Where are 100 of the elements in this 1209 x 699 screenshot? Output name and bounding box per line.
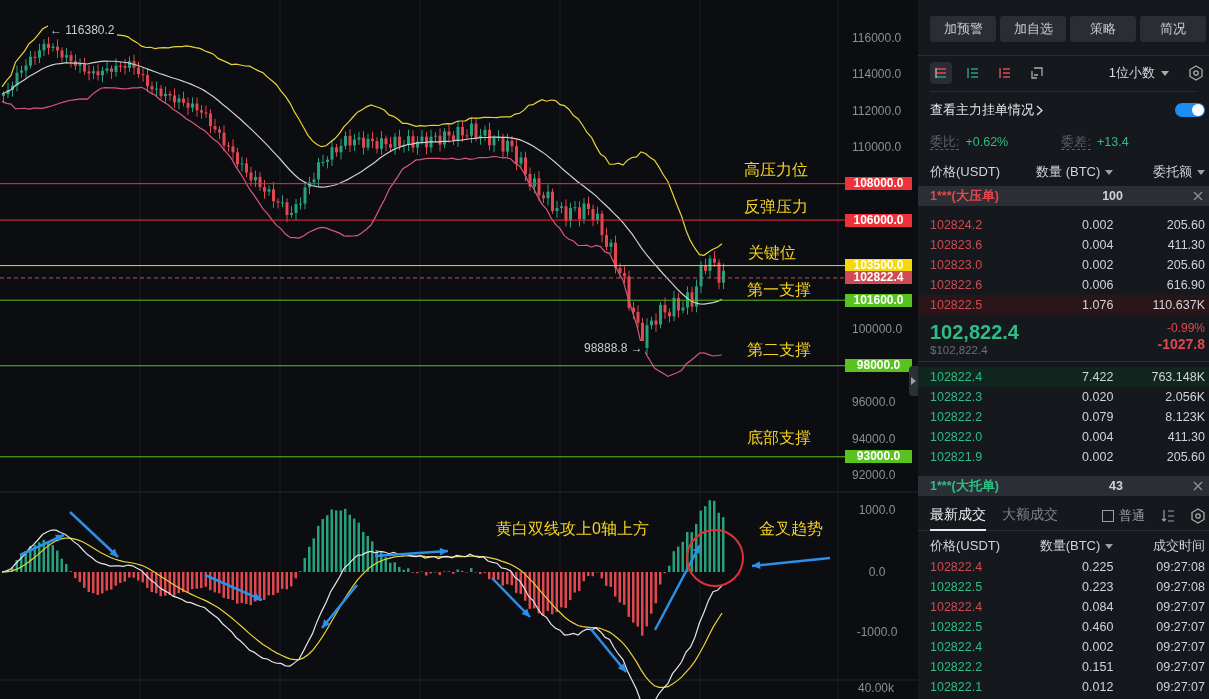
order-price: 102823.0 — [930, 256, 984, 274]
panel-collapse-handle[interactable] — [909, 366, 918, 396]
pointer-arrow — [19, 533, 65, 557]
price-axis-label: 92000.0 — [852, 468, 896, 482]
main-orders-link[interactable]: 查看主力挂单情况 — [930, 100, 1034, 120]
price-axis-label: 94000.0 — [852, 431, 896, 446]
action-button[interactable]: 加自选 — [1000, 16, 1066, 42]
trade-quantity: 0.225 — [1081, 558, 1114, 576]
price-note: 98888.8 → — [582, 341, 645, 355]
order-row[interactable]: 102823.0 0.002 205.60 — [918, 255, 1209, 275]
settings-icon[interactable] — [1191, 507, 1205, 524]
order-quantity: 1.076 — [1081, 296, 1114, 314]
order-total: 8.123K — [1164, 408, 1205, 426]
order-total: 205.60 — [1165, 216, 1205, 234]
trade-time: 09:27:07 — [1155, 638, 1205, 656]
pointer-arrow — [204, 573, 263, 602]
order-row[interactable]: 102822.3 0.020 2.056K — [918, 387, 1209, 407]
close-icon[interactable] — [1193, 481, 1203, 491]
trade-price: 102822.1 — [930, 678, 984, 696]
macd-axis-label: 0.0 — [867, 565, 887, 579]
order-total: 205.60 — [1165, 256, 1205, 274]
chevron-icon — [1036, 104, 1043, 116]
order-total: 411.30 — [1166, 428, 1205, 446]
order-quantity: 0.004 — [1081, 236, 1114, 254]
pointer-arrow — [321, 584, 358, 629]
order-quantity: 0.079 — [1081, 408, 1114, 426]
order-row[interactable]: 102822.5 1.076 110.637K — [918, 295, 1209, 315]
order-row[interactable]: 102822.4 7.422 763.148K — [918, 367, 1209, 387]
stat-value: +13.4 — [1096, 133, 1129, 151]
trade-time: 09:27:07 — [1155, 658, 1205, 676]
last-price-usd: $102,822.4 — [930, 343, 989, 357]
order-quantity: 0.004 — [1081, 428, 1114, 446]
column-header[interactable]: 委托额 — [1113, 162, 1205, 182]
caret-icon — [1161, 70, 1169, 76]
order-total: 110.637K — [1151, 296, 1205, 314]
main-orders-toggle[interactable] — [1175, 103, 1205, 117]
column-header[interactable]: 数量 (BTC) — [1021, 162, 1114, 182]
order-price: 102822.4 — [930, 368, 984, 386]
price-axis-label: 110000.0 — [852, 140, 902, 155]
trades-tab[interactable]: 最新成交 — [930, 500, 986, 531]
sort-icon[interactable] — [1161, 508, 1175, 523]
order-total: 616.90 — [1165, 276, 1205, 294]
order-price: 102823.6 — [930, 236, 984, 254]
annotation-text: 高压力位 — [744, 160, 808, 180]
trades-tab[interactable]: 大额成交 — [1002, 500, 1058, 531]
trade-quantity: 0.151 — [1081, 658, 1114, 676]
change-percent: -0.99% — [1166, 321, 1205, 336]
caret-icon — [1197, 169, 1205, 175]
column-header: 价格(USDT) — [930, 163, 1002, 182]
price-axis-label: 100000.0 — [852, 322, 903, 337]
price-axis-label: 114000.0 — [852, 67, 902, 82]
view-mode-tab[interactable] — [930, 62, 952, 84]
price-level-tag: 98000.0 — [845, 359, 912, 373]
price-level-tag: 102822.4 — [845, 271, 912, 285]
order-price: 102822.2 — [930, 408, 984, 426]
price-level-tag: 108000.0 — [845, 177, 912, 191]
caret-icon — [1105, 543, 1114, 549]
close-icon[interactable] — [1193, 191, 1203, 201]
price-level-tag: 93000.0 — [845, 450, 912, 464]
action-button[interactable]: 简况 — [1140, 16, 1206, 42]
trade-quantity: 0.002 — [1081, 638, 1114, 656]
trade-quantity: 0.223 — [1081, 578, 1114, 596]
pointer-arrow — [589, 627, 627, 673]
order-row[interactable]: 102823.6 0.004 411.30 — [918, 235, 1209, 255]
order-row[interactable]: 102822.0 0.004 411.30 — [918, 427, 1209, 447]
trade-price: 102822.5 — [930, 578, 984, 596]
order-quantity: 0.020 — [1081, 388, 1114, 406]
price-axis-label: 112000.0 — [852, 103, 902, 118]
order-price: 102822.5 — [930, 296, 984, 314]
order-price: 102824.2 — [930, 216, 984, 234]
column-header: 成交时间 — [1152, 537, 1205, 556]
settings-icon[interactable] — [1189, 65, 1203, 81]
order-row[interactable]: 102822.6 0.006 616.90 — [918, 275, 1209, 295]
action-button[interactable]: 策略 — [1070, 16, 1136, 42]
order-total: 763.148K — [1150, 368, 1205, 386]
order-price: 102822.6 — [930, 276, 984, 294]
action-button[interactable]: 加预警 — [930, 16, 996, 42]
price-level-tag: 101600.0 — [845, 293, 912, 307]
order-row[interactable]: 102824.2 0.002 205.60 — [918, 215, 1209, 235]
order-quantity: 0.002 — [1081, 216, 1114, 234]
price-axis-label: 96000.0 — [852, 395, 896, 410]
order-row[interactable]: 102821.9 0.002 205.60 — [918, 447, 1209, 467]
stat-label: 委比: — [930, 134, 960, 150]
trade-price: 102822.4 — [930, 598, 984, 616]
order-total: 411.30 — [1166, 236, 1205, 254]
order-row[interactable]: 102822.2 0.079 8.123K — [918, 407, 1209, 427]
annotation-text: 关键位 — [748, 243, 796, 263]
column-header: 价格(USDT) — [930, 537, 1002, 556]
trade-time: 09:27:08 — [1155, 578, 1205, 596]
normal-filter-checkbox[interactable]: 普通 — [1102, 505, 1145, 526]
precision-dropdown[interactable]: 1位小数 — [1108, 63, 1169, 83]
macd-axis-label: -1000.0 — [855, 625, 899, 639]
order-quantity: 7.422 — [1081, 368, 1114, 386]
trade-quantity: 0.084 — [1081, 598, 1114, 616]
column-header[interactable]: 数量(BTC) — [1021, 536, 1114, 556]
annotation-text: 第二支撑 — [747, 340, 811, 360]
pointer-arrow — [69, 511, 119, 558]
change-amount: -1027.8 — [1157, 336, 1205, 353]
order-quantity: 0.002 — [1081, 256, 1114, 274]
trade-time: 09:27:07 — [1155, 618, 1205, 636]
